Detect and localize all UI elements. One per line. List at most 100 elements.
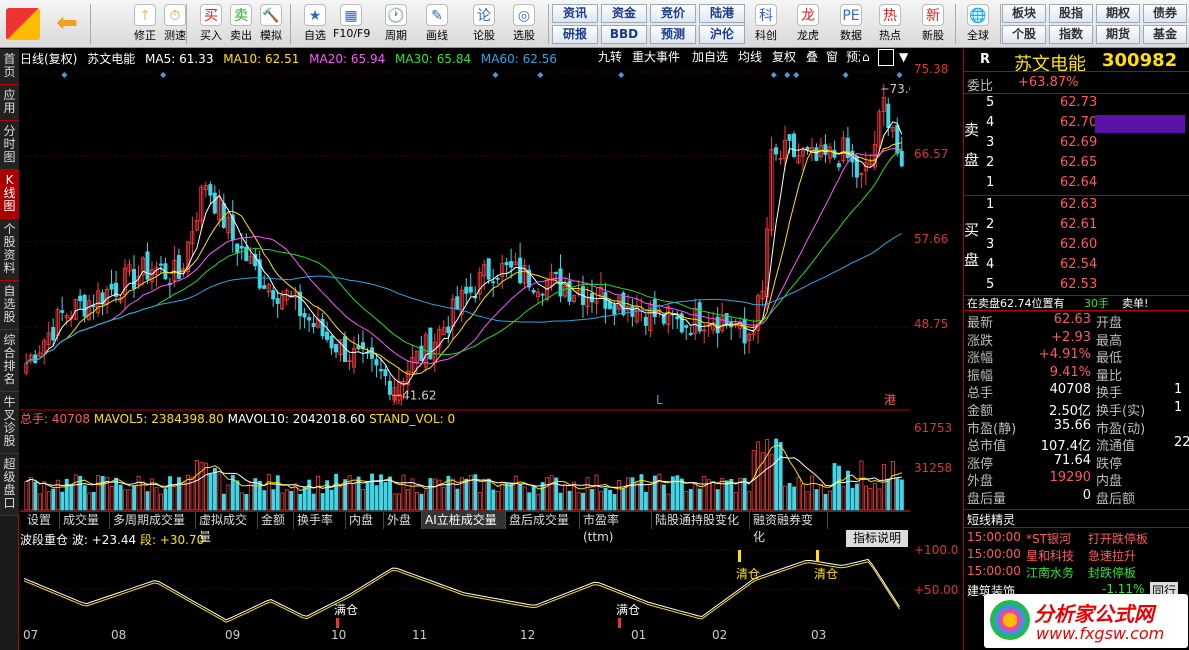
candle-body	[464, 286, 469, 294]
short-line-stock[interactable]: 星和科技	[1026, 547, 1074, 564]
sell-price[interactable]: 62.65	[1060, 155, 1097, 170]
toolbar-tab-1-1[interactable]: BBD	[601, 25, 647, 44]
volume-bar	[599, 490, 603, 511]
left-tab-time-share[interactable]: 分时图	[0, 121, 19, 170]
buy-price[interactable]: 62.63	[1060, 197, 1097, 212]
indicator-tab[interactable]: 内盘	[346, 512, 384, 529]
buy-price[interactable]: 62.61	[1060, 217, 1097, 232]
candle-body	[374, 359, 379, 366]
quote-label: 盘后量	[967, 492, 1007, 507]
indicator-tab[interactable]: 换手率	[294, 512, 346, 529]
indicator-tab[interactable]: 外盘	[384, 512, 422, 529]
volume-bar	[527, 492, 532, 511]
discuss-button[interactable]: 论论股	[466, 2, 502, 46]
layout-icon[interactable]	[878, 49, 894, 66]
indicator-chart[interactable]: 满仓 满仓 清仓 清仓	[20, 548, 910, 628]
ma-button[interactable]: 均线	[736, 49, 766, 66]
divider	[964, 93, 1189, 94]
dropdown-icon[interactable]: ▼	[897, 49, 909, 66]
indicator-tab[interactable]: 虚拟成交量	[196, 512, 258, 544]
kline-chart[interactable]: 73.60 41.62财 L 港	[20, 66, 910, 411]
volume-bar	[168, 476, 172, 511]
kechuang-button[interactable]: 科科创	[748, 2, 784, 46]
volume-chart[interactable]	[20, 426, 910, 511]
lock-icon[interactable]: ⌂	[860, 49, 876, 66]
buy-price[interactable]: 62.54	[1060, 257, 1097, 272]
left-tab-niucha[interactable]: 牛叉诊股	[0, 392, 19, 454]
new-stock-button[interactable]: 新新股	[915, 2, 951, 46]
sell-price[interactable]: 62.64	[1060, 175, 1097, 190]
volume-bar	[383, 482, 388, 511]
speed-test-button[interactable]: ⏱ 测速	[157, 2, 193, 46]
toolbar-tab-0-1[interactable]: 资金	[601, 4, 647, 23]
indicator-tab[interactable]: 盘后成交量	[506, 512, 580, 529]
toolbar-right-tab-1-2[interactable]: 期货	[1096, 25, 1140, 44]
volume-bar	[482, 478, 487, 511]
volume-bar	[280, 492, 285, 511]
left-tab-ranking[interactable]: 综合排名	[0, 330, 19, 392]
simulate-button[interactable]: 🔨 模拟	[253, 2, 289, 46]
indicator-tab[interactable]: 金额	[258, 512, 294, 529]
overlay-button[interactable]: 叠	[804, 49, 820, 66]
indicator-tab[interactable]: 陆股通持股变化	[652, 512, 750, 529]
toolbar-right-tab-1-3[interactable]: 基金	[1143, 25, 1187, 44]
toolbar-right-tab-0-0[interactable]: 板块	[1002, 4, 1046, 23]
indicator-tab[interactable]: 成交量	[60, 512, 110, 529]
toolbar-right-tab-1-0[interactable]: 个股	[1002, 25, 1046, 44]
toolbar-right-tab-0-2[interactable]: 期权	[1096, 4, 1140, 23]
hotspot-button[interactable]: 热热点	[872, 2, 908, 46]
toolbar-tab-1-3[interactable]: 沪伦	[699, 25, 745, 44]
indicator-tab[interactable]: 设置	[24, 512, 60, 529]
left-tab-self-select[interactable]: 自选股	[0, 281, 19, 330]
toolbar-tab-1-0[interactable]: 研报	[552, 25, 598, 44]
short-line-title[interactable]: 短线精灵	[967, 511, 1015, 528]
left-tab-stock-info[interactable]: 个股资料	[0, 219, 19, 281]
left-tab-super-orderbook[interactable]: 超级盘口	[0, 454, 19, 516]
left-tab-kline[interactable]: K线图	[0, 170, 19, 219]
indicator-tab[interactable]: 市盈率(ttm)	[580, 512, 652, 544]
jiuzhuan-button[interactable]: 九转	[596, 49, 626, 66]
watchlist-button[interactable]: ★ 自选	[297, 2, 333, 46]
buy-price[interactable]: 62.60	[1060, 237, 1097, 252]
buy-price[interactable]: 62.53	[1060, 277, 1097, 292]
short-line-stock[interactable]: 江南水务	[1026, 564, 1074, 581]
indicator-tab[interactable]: 融资融券变化	[750, 512, 828, 544]
add-watch-button[interactable]: 加自选	[690, 49, 732, 66]
window-button[interactable]: 窗	[824, 49, 840, 66]
stock-picker-button[interactable]: ◎ 选股	[506, 2, 542, 46]
short-line-stock[interactable]: *ST银河	[1026, 530, 1071, 547]
indicator-tab[interactable]: 多周期成交量	[110, 512, 196, 529]
left-tab-apps[interactable]: 应用	[0, 85, 19, 121]
toolbar-tab-0-0[interactable]: 资讯	[552, 4, 598, 23]
period-label[interactable]: 日线(复权)	[20, 52, 77, 66]
left-tab-bar: 首页 应用 分时图 K线图 个股资料 自选股 综合排名 牛叉诊股 超级盘口	[0, 49, 19, 650]
left-tab-home[interactable]: 首页	[0, 49, 19, 85]
f10-button[interactable]: ▦ F10/F9	[333, 2, 370, 46]
draw-line-button[interactable]: ✎ 画线	[419, 2, 455, 46]
toolbar-tab-1-2[interactable]: 预测	[650, 25, 696, 44]
volume-bar	[549, 475, 554, 511]
back-arrow-icon[interactable]: ⬅	[52, 10, 82, 36]
indicator-tab[interactable]: AI立桩成交量	[422, 512, 506, 529]
volume-bar	[828, 490, 832, 511]
candle-body	[235, 243, 240, 254]
sell-price[interactable]: 62.70	[1060, 115, 1097, 130]
sell-price[interactable]: 62.73	[1060, 95, 1097, 110]
toolbar-right-tab-0-1[interactable]: 股指	[1049, 4, 1093, 23]
major-event-button[interactable]: 重大事件	[630, 49, 686, 66]
global-button[interactable]: 🌐 全球	[960, 2, 996, 46]
dragon-tiger-button[interactable]: 龙龙虎	[790, 2, 826, 46]
toolbar-tab-0-2[interactable]: 竞价	[650, 4, 696, 23]
period-button[interactable]: 🕐 周期	[378, 2, 414, 46]
candle-body	[567, 280, 572, 302]
toolbar-tab-0-3[interactable]: 陆港	[699, 4, 745, 23]
candle-body	[208, 184, 213, 196]
sell-price[interactable]: 62.69	[1060, 135, 1097, 150]
restore-right-button[interactable]: 复权	[770, 49, 800, 66]
data-button[interactable]: PE 数据	[833, 2, 869, 46]
indicator-explain-button[interactable]: 指标说明	[846, 530, 908, 547]
toolbar-separator	[1000, 4, 1001, 44]
toolbar-right-tab-1-1[interactable]: 指数	[1049, 25, 1093, 44]
quote-panel: R 苏文电能 300982 委比 +63.87% 5 62.73 4 62.70 3 62.69 2 6…	[963, 49, 1189, 650]
toolbar-right-tab-0-3[interactable]: 债券	[1143, 4, 1187, 23]
